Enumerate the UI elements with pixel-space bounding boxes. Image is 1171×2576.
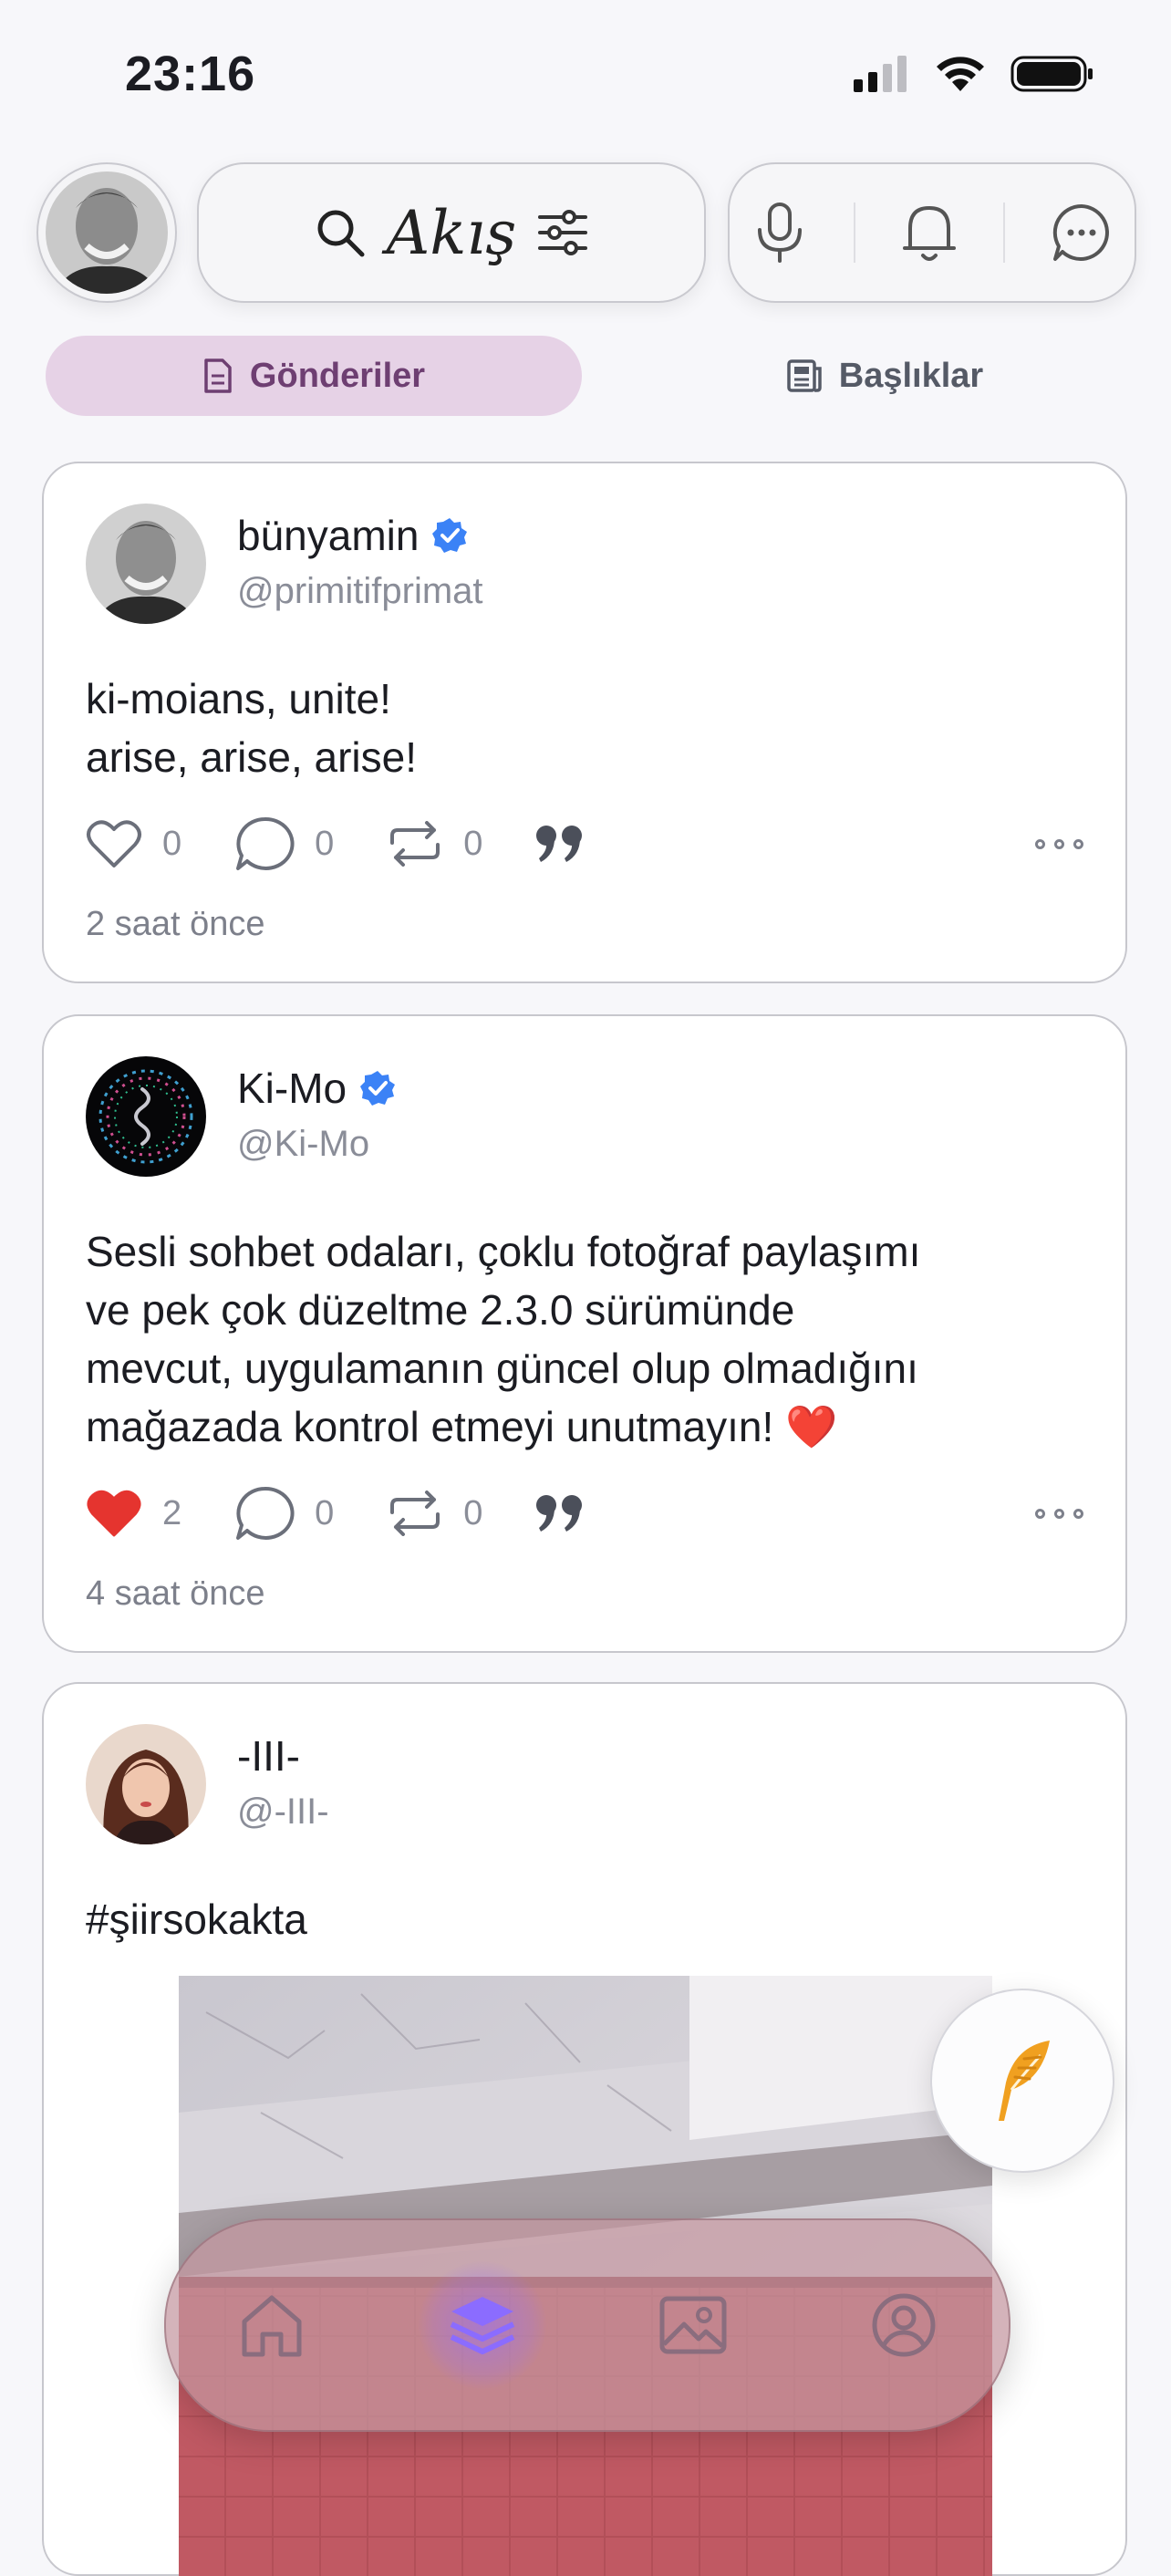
newspaper-icon [787, 359, 822, 392]
author-name-row: bünyamin [237, 511, 468, 560]
quote-icon [536, 1495, 583, 1532]
profile-icon [872, 2293, 935, 2357]
post-card[interactable]: Ki-Mo @Ki-Mo Sesli sohbet odaları, çoklu… [42, 1014, 1127, 1653]
feed-title: Akış [386, 197, 517, 268]
post-time: 4 saat önce [86, 1574, 265, 1613]
layers-icon [450, 2297, 514, 2354]
comment-button[interactable]: 0 [234, 1485, 334, 1542]
quote-icon [536, 826, 583, 862]
tab-headlines-label: Başlıklar [838, 356, 984, 395]
author-name[interactable]: bünyamin [237, 511, 419, 560]
verified-badge-icon [432, 518, 468, 553]
author-name-row: -III- [237, 1731, 300, 1781]
bottom-tab-bar [164, 2218, 1010, 2432]
divider [853, 203, 855, 263]
repost-count: 0 [463, 1493, 483, 1532]
author-avatar[interactable] [86, 1056, 206, 1177]
author-name[interactable]: -III- [237, 1731, 300, 1781]
search-icon [317, 210, 365, 257]
like-count: 0 [162, 824, 182, 863]
comment-count: 0 [315, 1493, 335, 1532]
verified-badge-icon [360, 1071, 396, 1106]
post-time: 2 saat önce [86, 905, 265, 943]
post-card[interactable]: bünyamin @primitifprimat ki-moians, unit… [42, 462, 1127, 983]
cellular-signal-icon [854, 56, 907, 92]
author-name-row: Ki-Mo [237, 1064, 396, 1113]
document-icon [204, 358, 232, 393]
like-count: 2 [162, 1493, 182, 1532]
heart-filled-icon [87, 1490, 141, 1537]
filter-icon[interactable] [536, 206, 589, 259]
author-avatar[interactable] [86, 1724, 206, 1844]
post-text: ki-moians, unite! arise, arise, arise! [86, 675, 418, 781]
comment-icon [236, 1486, 295, 1540]
more-options-icon[interactable] [1035, 838, 1083, 849]
profile-avatar-button[interactable] [36, 162, 177, 303]
nav-gallery[interactable] [629, 2261, 757, 2389]
author-avatar[interactable] [86, 504, 206, 624]
microphone-icon[interactable] [752, 201, 807, 265]
bell-icon[interactable] [901, 201, 958, 265]
post-text: #şiirsokakta [86, 1896, 307, 1943]
more-options-icon[interactable] [1035, 1508, 1083, 1519]
author-handle: @Ki-Mo [237, 1124, 370, 1164]
post-actions: 2 0 0 [86, 1485, 1083, 1542]
repost-button[interactable]: 0 [387, 821, 482, 867]
author-handle: @-III- [237, 1792, 329, 1832]
comment-count: 0 [315, 824, 335, 863]
home-icon [242, 2295, 301, 2357]
post-actions: 0 0 0 [86, 815, 1083, 872]
comment-icon[interactable] [234, 815, 295, 872]
status-time: 23:16 [125, 47, 256, 101]
like-button[interactable]: 0 [86, 818, 181, 869]
repost-button[interactable]: 0 [387, 1491, 482, 1536]
repost-icon [390, 821, 440, 867]
comment-button[interactable]: 0 [234, 815, 334, 872]
image-icon [659, 2296, 726, 2354]
nav-home[interactable] [208, 2261, 336, 2389]
divider [1003, 203, 1006, 263]
post-text: Sesli sohbet odaları, çoklu fotoğraf pay… [86, 1228, 921, 1450]
repost-icon [390, 1491, 440, 1536]
feather-icon [999, 2041, 1050, 2121]
author-name[interactable]: Ki-Mo [237, 1064, 347, 1113]
quote-button[interactable] [535, 1493, 586, 1533]
profile-avatar-image [46, 171, 168, 294]
tab-posts-label: Gönderiler [249, 356, 426, 395]
header-actions [728, 162, 1136, 303]
wifi-icon [937, 57, 984, 91]
heart-icon [87, 820, 141, 867]
like-button[interactable]: 2 [86, 1488, 181, 1539]
nav-feed[interactable] [418, 2261, 546, 2389]
compose-button[interactable] [930, 1989, 1114, 2173]
quote-button[interactable] [535, 824, 586, 864]
nav-profile[interactable] [840, 2261, 968, 2389]
author-handle: @primitifprimat [237, 571, 483, 611]
battery-icon [1010, 56, 1093, 92]
search-bar[interactable]: Akış [197, 162, 706, 303]
tab-posts[interactable]: Gönderiler [46, 336, 582, 416]
tab-headlines[interactable]: Başlıklar [638, 336, 1131, 416]
repost-count: 0 [463, 824, 483, 863]
chat-icon[interactable] [1052, 203, 1112, 263]
status-icons [854, 55, 1094, 93]
